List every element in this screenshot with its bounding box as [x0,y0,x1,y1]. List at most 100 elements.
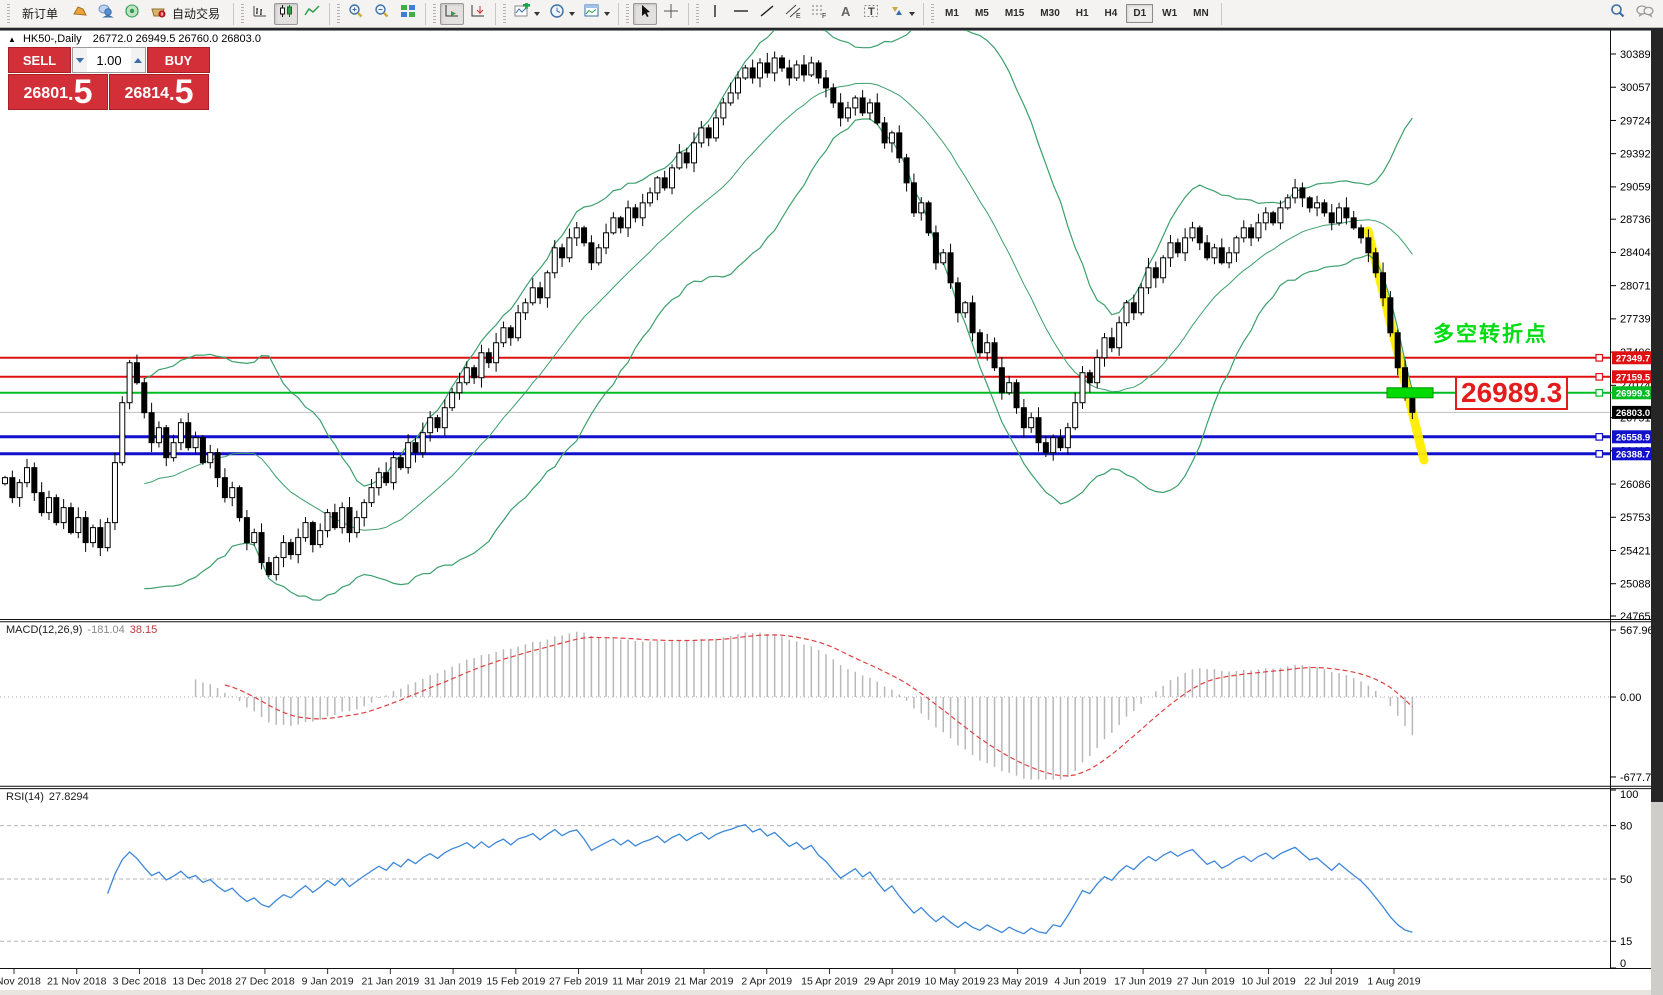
svg-text:26999.3: 26999.3 [1616,388,1650,399]
svg-text:15 Feb 2019: 15 Feb 2019 [486,976,545,988]
auto-trading-icon [149,3,167,24]
vertical-line-button[interactable] [703,3,727,25]
svg-text:10 May 2019: 10 May 2019 [925,976,986,988]
timeframe-w1-button[interactable]: W1 [1155,4,1184,23]
svg-text:15: 15 [1620,936,1632,948]
svg-text:21 Jan 2019: 21 Jan 2019 [361,976,419,988]
periods-button[interactable] [545,3,578,25]
timeframe-h4-button[interactable]: H4 [1098,4,1125,23]
tile-windows-button[interactable] [396,3,420,25]
text-label-button[interactable]: T [859,3,883,25]
arrow-down-icon [76,58,84,63]
macd-pane-label: MACD(12,26,9)-181.0438.15 [6,624,157,636]
crosshair-icon [662,3,680,24]
timeframe-h1-button[interactable]: H1 [1069,4,1096,23]
templates-button[interactable] [580,3,613,25]
svg-text:F: F [822,13,826,19]
svg-text:21 Nov 2018: 21 Nov 2018 [47,976,107,988]
sell-button[interactable]: SELL [8,47,71,73]
history-center-button[interactable] [68,3,92,25]
zoom-out-button[interactable] [370,3,394,25]
timeframe-m15-button[interactable]: M15 [998,4,1031,23]
equidistant-channel-button[interactable]: E [781,3,805,25]
buy-price[interactable]: 26814.5 [109,74,209,110]
volume-increase-button[interactable] [131,48,145,72]
new-order-label: 新订单 [17,5,63,22]
indicators-button[interactable] [510,3,543,25]
price-label-annotation[interactable]: 26989.3 [1455,376,1568,410]
timeframe-m5-button[interactable]: M5 [968,4,996,23]
svg-text:26803.0: 26803.0 [1616,408,1650,419]
svg-text:26388.7: 26388.7 [1616,449,1650,460]
line-chart-button[interactable] [300,3,324,25]
svg-text:567.96: 567.96 [1620,625,1654,637]
svg-text:80: 80 [1620,820,1632,832]
chat-button[interactable] [1632,3,1658,25]
periods-caret [569,12,575,16]
chart-symbol-period: HK50-,Daily [23,33,82,45]
fibonacci-button[interactable]: F [807,3,831,25]
bar-chart-button[interactable] [248,3,272,25]
trendline-button[interactable] [755,3,779,25]
zoom-in-icon [347,3,365,24]
svg-text:9 Jan 2019: 9 Jan 2019 [302,976,354,988]
community-button[interactable] [94,3,118,25]
svg-text:3 Dec 2018: 3 Dec 2018 [113,976,167,988]
chat-icon [1635,3,1655,24]
toolbar-grip [931,4,934,24]
svg-text:21 Mar 2019: 21 Mar 2019 [675,976,734,988]
toolbar-separator [329,3,330,25]
rsi-name: RSI(14) [6,791,44,803]
toolbar-separator [688,3,689,25]
toolbar-grip [241,4,244,24]
cursor-button[interactable] [633,3,657,25]
timeframe-m30-button[interactable]: M30 [1033,4,1066,23]
buy-price-big: 5 [175,75,194,109]
svg-text:E: E [796,13,801,19]
window-bottom-edge [0,990,1663,995]
equidistant-channel-icon: E [784,3,802,24]
svg-text:29 Apr 2019: 29 Apr 2019 [864,976,921,988]
svg-text:23 May 2019: 23 May 2019 [987,976,1048,988]
toolbar-grip [337,4,340,24]
chart-shift-button[interactable] [466,3,490,25]
rsi-value: 27.8294 [49,791,89,803]
timeframe-d1-button[interactable]: D1 [1126,4,1153,23]
svg-text:T: T [868,6,875,18]
auto-trading-button[interactable]: 自动交易 [146,3,228,25]
search-button[interactable] [1606,3,1630,25]
community-icon [97,3,115,24]
vertical-line-icon [706,3,724,24]
auto-scroll-icon [443,3,461,24]
buy-button[interactable]: BUY [147,47,210,73]
horizontal-line-button[interactable] [729,3,753,25]
signals-button[interactable] [120,3,144,25]
new-order-button[interactable]: 新订单 [14,3,66,25]
timeframe-m1-button[interactable]: M1 [938,4,966,23]
chart-canvas[interactable]: 30389.530057.029724.529392.029059.528736… [0,0,1663,995]
svg-text:2 Apr 2019: 2 Apr 2019 [741,976,792,988]
arrow-up-icon [134,58,142,63]
candlestick-chart-button[interactable] [274,3,298,25]
volume-decrease-button[interactable] [73,48,87,72]
crosshair-button[interactable] [659,3,683,25]
sell-price-main: 26801 [24,79,69,109]
timeframe-mn-button[interactable]: MN [1186,4,1216,23]
collapse-triangle-icon: ▲ [8,35,16,44]
zoom-in-button[interactable] [344,3,368,25]
text-button[interactable]: A [833,3,857,25]
turning-point-annotation: 多空转折点 [1433,318,1548,348]
toolbar-separator [1221,3,1222,25]
shapes-caret [909,12,915,16]
shapes-button[interactable] [885,3,918,25]
volume-input[interactable] [87,48,131,72]
right-scrollbar-strip[interactable] [1651,30,1663,802]
zoom-out-icon [373,3,391,24]
svg-text:31 Jan 2019: 31 Jan 2019 [424,976,482,988]
toolbar-grip [7,4,10,24]
auto-scroll-button[interactable] [440,3,464,25]
svg-text:17 Jun 2019: 17 Jun 2019 [1114,976,1172,988]
templates-caret [604,12,610,16]
mt4-window: { "toolbar": { "new_order_label": "新订单",… [0,0,1663,995]
sell-price[interactable]: 26801.5 [8,74,108,110]
